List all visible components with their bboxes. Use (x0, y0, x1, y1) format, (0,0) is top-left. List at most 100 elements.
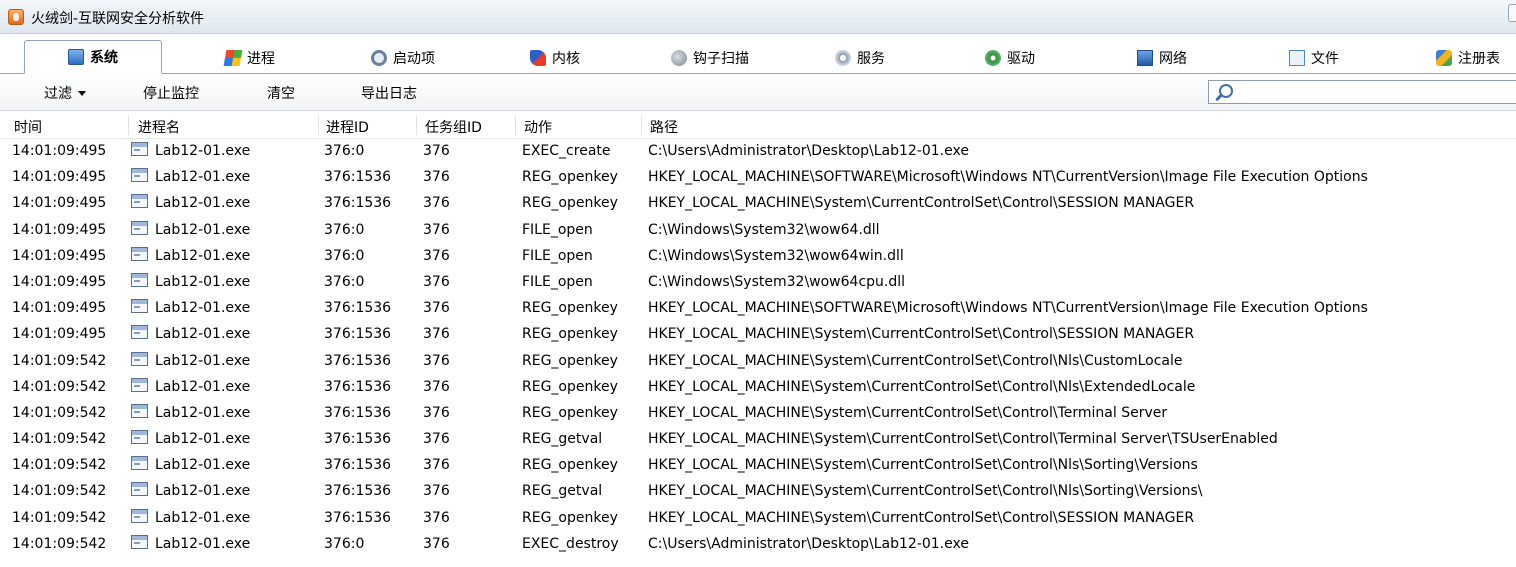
cell-process-name: Lab12-01.exe (155, 535, 251, 552)
table-row[interactable]: 14:01:09:542 Lab12-01.exe 376:0 376 EXEC_des… (0, 532, 1516, 558)
tab-kernel[interactable]: 内核 (505, 41, 605, 74)
tab-startup[interactable]: 启动项 (348, 41, 458, 74)
cell-action: REG_openkey (522, 509, 618, 526)
monitor-toolbar: 过滤 停止监控 清空 导出日志 (0, 74, 1516, 111)
cell-task-group-id: 376 (423, 378, 450, 395)
tab-label: 进程 (247, 50, 275, 67)
column-divider[interactable] (416, 115, 417, 135)
cell-process-id: 376:1536 (324, 169, 392, 186)
cell-process-name: Lab12-01.exe (155, 221, 251, 238)
system-icon (68, 49, 84, 65)
cell-process-id: 376:0 (324, 143, 365, 159)
cell-action: EXEC_create (522, 143, 611, 159)
tab-file[interactable]: 文件 (1264, 41, 1364, 74)
cell-action: FILE_open (522, 221, 593, 238)
cell-time: 14:01:09:542 (12, 378, 107, 395)
column-header-process-id[interactable]: 进程ID (324, 117, 369, 137)
cell-process-name: Lab12-01.exe (155, 457, 251, 474)
export-log-button[interactable]: 导出日志 (361, 83, 417, 103)
cell-path: HKEY_LOCAL_MACHINE\System\CurrentControl… (648, 457, 1198, 474)
table-row[interactable]: 14:01:09:495 Lab12-01.exe 376:0 376 FILE_ope… (0, 270, 1516, 296)
column-divider[interactable] (641, 115, 642, 135)
cell-time: 14:01:09:495 (12, 169, 107, 186)
stop-monitor-button[interactable]: 停止监控 (143, 83, 199, 103)
cell-action: EXEC_destroy (522, 535, 619, 552)
table-row[interactable]: 14:01:09:495 Lab12-01.exe 376:0 376 FILE_ope… (0, 218, 1516, 244)
tab-label: 网络 (1159, 50, 1187, 67)
cell-process-id: 376:1536 (324, 404, 392, 421)
table-row[interactable]: 14:01:09:495 Lab12-01.exe 376:1536 376 REG_o… (0, 296, 1516, 322)
table-row[interactable]: 14:01:09:542 Lab12-01.exe 376:1536 376 REG_g… (0, 479, 1516, 505)
table-row[interactable]: 14:01:09:495 Lab12-01.exe 376:0 376 FILE_ope… (0, 244, 1516, 270)
tab-label: 系统 (90, 50, 118, 66)
cell-path: HKEY_LOCAL_MACHINE\System\CurrentControl… (648, 431, 1278, 448)
cell-action: FILE_open (522, 247, 593, 264)
search-icon[interactable] (1213, 83, 1233, 103)
table-row[interactable]: 14:01:09:542 Lab12-01.exe 376:1536 376 REG_o… (0, 506, 1516, 532)
exe-icon (131, 168, 148, 183)
cell-task-group-id: 376 (423, 221, 450, 238)
column-header-task-group-id[interactable]: 任务组ID (423, 117, 482, 137)
cell-process-id: 376:0 (324, 273, 365, 290)
cell-path: HKEY_LOCAL_MACHINE\System\CurrentControl… (648, 404, 1168, 421)
search-input[interactable] (1208, 80, 1516, 104)
filter-label: 过滤 (44, 86, 72, 102)
cell-process-name: Lab12-01.exe (155, 509, 251, 526)
service-icon (835, 49, 851, 66)
cell-path: C:\Windows\System32\wow64.dll (648, 221, 880, 238)
tab-driver[interactable]: 驱动 (960, 41, 1060, 74)
column-divider[interactable] (318, 115, 319, 135)
clear-button[interactable]: 清空 (267, 83, 295, 103)
filter-button[interactable]: 过滤 (44, 83, 86, 103)
app-logo-icon (8, 9, 24, 25)
file-icon (1289, 49, 1305, 66)
cell-task-group-id: 376 (423, 195, 450, 212)
tab-registry[interactable]: 注册表 (1420, 41, 1516, 74)
cell-action: FILE_open (522, 273, 593, 290)
tab-network[interactable]: 网络 (1112, 41, 1212, 74)
cell-action: REG_openkey (522, 326, 618, 343)
table-row[interactable]: 14:01:09:542 Lab12-01.exe 376:1536 376 REG_g… (0, 427, 1516, 453)
column-divider[interactable] (128, 115, 129, 135)
tab-label: 启动项 (393, 50, 435, 67)
table-row[interactable]: 14:01:09:542 Lab12-01.exe 376:1536 376 REG_o… (0, 453, 1516, 479)
cell-path: C:\Windows\System32\wow64win.dll (648, 247, 904, 264)
exe-icon (131, 142, 148, 156)
column-header-action[interactable]: 动作 (522, 117, 552, 137)
cell-process-name: Lab12-01.exe (155, 273, 251, 290)
window-control-edge[interactable] (1508, 4, 1516, 22)
table-row[interactable]: 14:01:09:495 Lab12-01.exe 376:1536 376 REG_o… (0, 165, 1516, 191)
cell-action: REG_openkey (522, 352, 618, 369)
cell-process-name: Lab12-01.exe (155, 143, 251, 159)
cell-task-group-id: 376 (423, 247, 450, 264)
cell-process-name: Lab12-01.exe (155, 247, 251, 264)
table-row[interactable]: 14:01:09:542 Lab12-01.exe 376:1536 376 REG_o… (0, 349, 1516, 375)
exe-icon (131, 299, 148, 314)
table-row[interactable]: 14:01:09:495 Lab12-01.exe 376:0 376 EXEC_cre… (0, 139, 1516, 165)
tab-process[interactable]: 进程 (200, 41, 300, 74)
cell-action: REG_openkey (522, 300, 618, 317)
title-bar: 火绒剑-互联网安全分析软件 (0, 0, 1516, 34)
column-divider[interactable] (515, 115, 516, 135)
cell-task-group-id: 376 (423, 326, 450, 343)
cell-task-group-id: 376 (423, 404, 450, 421)
cell-process-id: 376:0 (324, 247, 365, 264)
column-header-path[interactable]: 路径 (648, 117, 678, 137)
exe-icon (131, 482, 148, 497)
network-icon (1137, 49, 1153, 66)
column-header-time[interactable]: 时间 (12, 117, 42, 137)
column-header-process-name[interactable]: 进程名 (136, 117, 180, 137)
tab-service[interactable]: 服务 (810, 41, 910, 74)
table-row[interactable]: 14:01:09:495 Lab12-01.exe 376:1536 376 REG_o… (0, 322, 1516, 348)
tab-hook-scan[interactable]: 钩子扫描 (650, 41, 770, 74)
table-row[interactable]: 14:01:09:542 Lab12-01.exe 376:1536 376 REG_o… (0, 375, 1516, 401)
driver-icon (985, 49, 1001, 66)
table-row[interactable]: 14:01:09:495 Lab12-01.exe 376:1536 376 REG_o… (0, 191, 1516, 217)
exe-icon (131, 430, 148, 445)
cell-process-id: 376:0 (324, 221, 365, 238)
table-row[interactable]: 14:01:09:542 Lab12-01.exe 376:1536 376 REG_o… (0, 401, 1516, 427)
cell-process-id: 376:1536 (324, 457, 392, 474)
exe-icon (131, 534, 148, 549)
tab-system[interactable]: 系统 (24, 40, 162, 74)
cell-time: 14:01:09:542 (12, 404, 107, 421)
